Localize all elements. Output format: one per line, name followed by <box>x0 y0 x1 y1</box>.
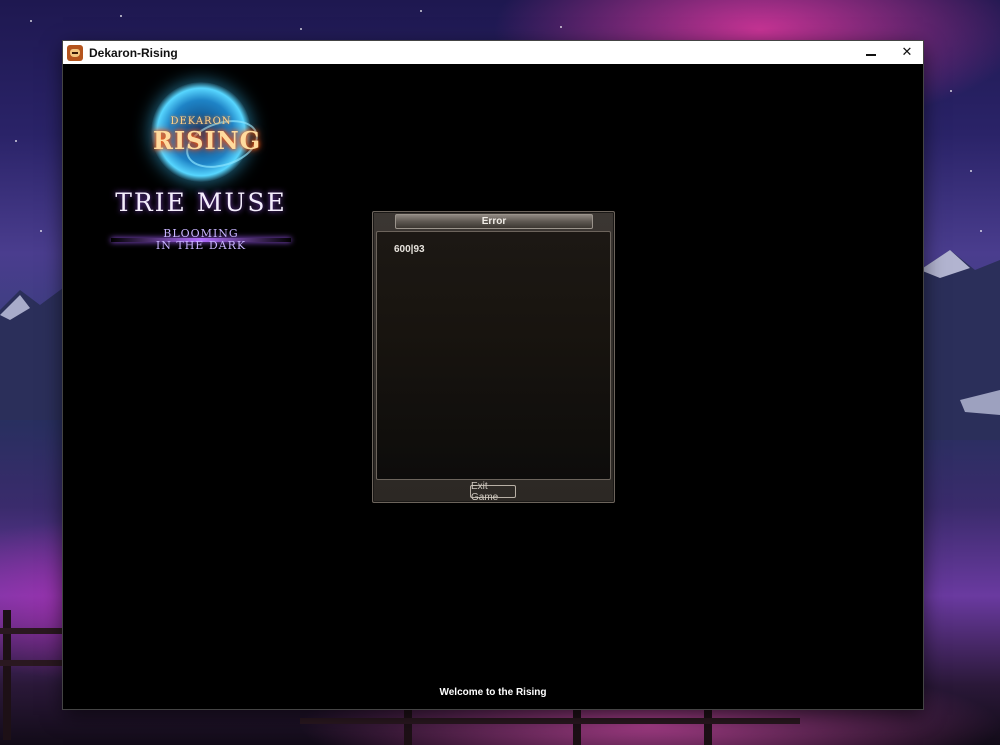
star <box>30 20 32 22</box>
error-dialog-header[interactable]: Error <box>395 214 593 229</box>
error-dialog: Error 600|93 Exit Game <box>372 211 615 503</box>
error-message-panel: 600|93 <box>376 231 611 480</box>
fence-post <box>704 709 712 745</box>
title-bar[interactable]: Dekaron-Rising ✕ <box>63 41 923 64</box>
logo-subtitle-line2: IN THE DARK <box>155 239 247 252</box>
logo-title: TRIE MUSE <box>115 188 287 217</box>
fence-rail <box>300 718 800 724</box>
game-logo: DEKARON RISING TRIE MUSE BLOOMING IN THE… <box>111 82 291 282</box>
fence-rail <box>0 660 63 666</box>
fence-post <box>573 709 581 745</box>
star <box>950 90 952 92</box>
star <box>560 26 562 28</box>
fence-post <box>404 709 412 745</box>
star <box>40 230 42 232</box>
star <box>300 28 302 30</box>
star <box>120 15 122 17</box>
star <box>420 10 422 12</box>
game-screen: DEKARON RISING TRIE MUSE BLOOMING IN THE… <box>63 64 923 709</box>
fence-rail <box>0 628 63 634</box>
close-button[interactable]: ✕ <box>887 41 927 64</box>
exit-game-button[interactable]: Exit Game <box>470 481 516 503</box>
welcome-text: Welcome to the Rising <box>439 687 547 698</box>
app-window: Dekaron-Rising ✕ DEKARON RISING TRIE MUS… <box>63 41 923 709</box>
star <box>980 230 982 232</box>
error-dialog-title: Error <box>481 216 507 227</box>
app-icon <box>67 44 83 61</box>
star <box>970 170 972 172</box>
logo-rising-text: RISING <box>153 126 262 155</box>
star <box>15 140 17 142</box>
error-message: 600|93 <box>394 244 425 255</box>
mountain-right <box>920 250 1000 440</box>
window-title: Dekaron-Rising <box>89 45 178 60</box>
minimize-button[interactable] <box>851 41 891 64</box>
mountain-left <box>0 288 70 420</box>
